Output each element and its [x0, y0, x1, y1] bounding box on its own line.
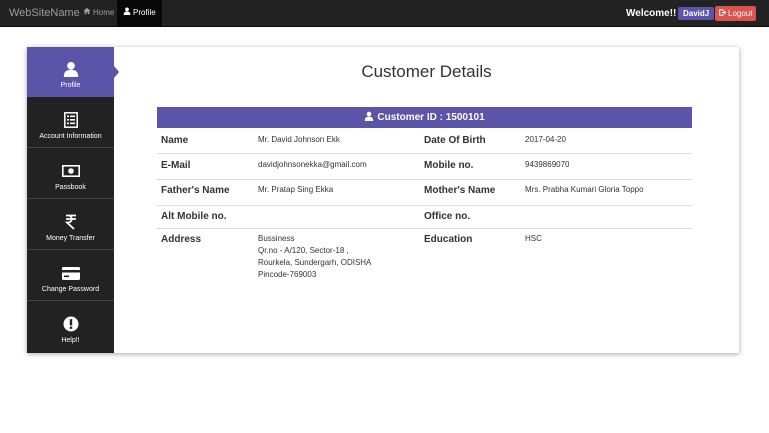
- name-value: Mr. David Johnson Ekk: [258, 135, 340, 144]
- credit-card-icon: [27, 264, 114, 282]
- sidebar-item-profile[interactable]: Profile: [27, 47, 114, 97]
- logout-icon: [719, 6, 727, 21]
- nav-home-label: Home: [93, 8, 115, 18]
- brand-link[interactable]: WebSiteName: [9, 0, 80, 27]
- father-name-value: Mr. Pratap Sing Ekka: [258, 185, 334, 194]
- address-line: Pincode-769003: [258, 270, 317, 279]
- education-label: Education: [424, 234, 473, 245]
- address-value: Bussiness Qr.no - A/120, Sector-18 , Rou…: [258, 233, 371, 281]
- customer-card: Profile Account Information Passbook Mon…: [27, 47, 739, 353]
- sidebar-item-account-information[interactable]: Account Information: [27, 98, 114, 148]
- row-divider: [157, 228, 692, 229]
- logout-label: Logout: [728, 9, 753, 18]
- list-icon: [27, 111, 114, 129]
- mobile-value: 9439869070: [525, 160, 570, 169]
- sidebar-item-label: Account Information: [39, 133, 102, 140]
- user-icon: [123, 0, 131, 26]
- user-icon: [365, 111, 374, 121]
- user-icon: [27, 60, 114, 78]
- row-divider: [157, 153, 692, 154]
- father-name-label: Father's Name: [161, 185, 230, 196]
- mother-name-value: Mrs. Prabha Kumari Gloria Toppo: [525, 185, 644, 194]
- address-line: Qr.no - A/120, Sector-18 ,: [258, 246, 349, 255]
- welcome-text: Welcome!!: [626, 8, 677, 19]
- sidebar-item-help[interactable]: Help!!: [27, 302, 114, 352]
- mother-name-label: Mother's Name: [424, 185, 496, 196]
- email-value: davidjohnsonekka@gmail.com: [258, 160, 367, 169]
- sidebar-item-label: Passbook: [55, 184, 86, 191]
- sidebar-item-change-password[interactable]: Change Password: [27, 251, 114, 301]
- dob-label: Date Of Birth: [424, 135, 486, 146]
- address-label: Address: [161, 234, 202, 245]
- customer-id-header: Customer ID : 1500101: [157, 107, 692, 128]
- nav-profile[interactable]: Profile: [117, 0, 162, 26]
- page-title: Customer Details: [361, 62, 492, 81]
- nav-profile-label: Profile: [133, 8, 156, 18]
- row-divider: [157, 179, 692, 180]
- row-divider: [157, 205, 692, 206]
- nav-home[interactable]: Home: [77, 0, 120, 26]
- mobile-label: Mobile no.: [424, 160, 474, 171]
- name-label: Name: [161, 135, 189, 146]
- dob-value: 2017-04-20: [525, 135, 566, 144]
- customer-id: Customer ID : 1500101: [377, 112, 485, 123]
- sidebar-item-money-transfer[interactable]: Money Transfer: [27, 200, 114, 250]
- address-line: Bussiness: [258, 234, 295, 243]
- sidebar: Profile Account Information Passbook Mon…: [27, 47, 114, 353]
- sidebar-item-passbook[interactable]: Passbook: [27, 149, 114, 199]
- rupee-icon: [27, 213, 114, 231]
- sidebar-item-label: Help!!: [61, 337, 80, 344]
- money-icon: [27, 162, 114, 180]
- logout-button[interactable]: Logout: [715, 6, 757, 21]
- top-navbar: WebSiteName Home Profile Welcome!! David…: [0, 0, 769, 27]
- home-icon: [83, 0, 91, 26]
- alt-mobile-label: Alt Mobile no.: [161, 211, 227, 222]
- email-label: E-Mail: [161, 160, 191, 171]
- sidebar-item-label: Change Password: [41, 286, 100, 293]
- address-line: Rourkela, Sundergarh, ODISHA: [258, 258, 372, 267]
- sidebar-item-label: Profile: [60, 82, 81, 89]
- office-label: Office no.: [424, 211, 471, 222]
- education-value: HSC: [525, 234, 542, 243]
- sidebar-item-label: Money Transfer: [46, 235, 95, 242]
- username-button[interactable]: DavidJ: [678, 7, 715, 20]
- exclamation-icon: [27, 315, 114, 333]
